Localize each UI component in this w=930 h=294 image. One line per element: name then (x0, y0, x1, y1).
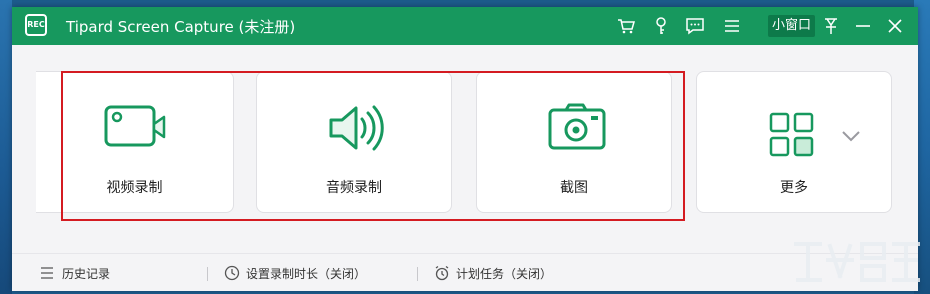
record-length-label: 设置录制时长（关闭） (246, 267, 367, 281)
highlight-box (61, 71, 685, 221)
pin-icon[interactable] (820, 15, 842, 37)
chevron-down-icon[interactable] (841, 130, 861, 142)
watermark-logo (794, 242, 920, 282)
close-icon[interactable] (884, 15, 906, 37)
scheduled-task-label: 计划任务（关闭） (456, 267, 553, 281)
grid-icon (769, 112, 814, 157)
desktop-background-left (0, 0, 12, 294)
more-card[interactable]: 更多 (696, 71, 892, 213)
status-bar: 历史记录 设置录制时长（关闭） 计划任务（关闭） (12, 253, 918, 291)
divider (207, 267, 208, 281)
divider (417, 267, 418, 281)
app-logo: REC (25, 14, 47, 36)
list-icon (41, 267, 53, 279)
cart-icon[interactable] (615, 15, 637, 37)
key-icon[interactable] (650, 15, 672, 37)
menu-icon[interactable] (721, 15, 743, 37)
clock-icon (224, 265, 240, 281)
feedback-icon[interactable] (684, 15, 706, 37)
title-bar[interactable]: REC Tipard Screen Capture (未注册) 小窗口 (12, 7, 918, 45)
more-label: 更多 (780, 180, 808, 196)
app-window: REC Tipard Screen Capture (未注册) 小窗口 视频录制… (12, 7, 918, 291)
app-title: Tipard Screen Capture (未注册) (66, 18, 296, 36)
alarm-clock-icon (435, 265, 449, 281)
history-label: 历史记录 (62, 267, 111, 281)
minimize-icon[interactable] (852, 15, 874, 37)
mini-window-button[interactable]: 小窗口 (768, 15, 816, 37)
